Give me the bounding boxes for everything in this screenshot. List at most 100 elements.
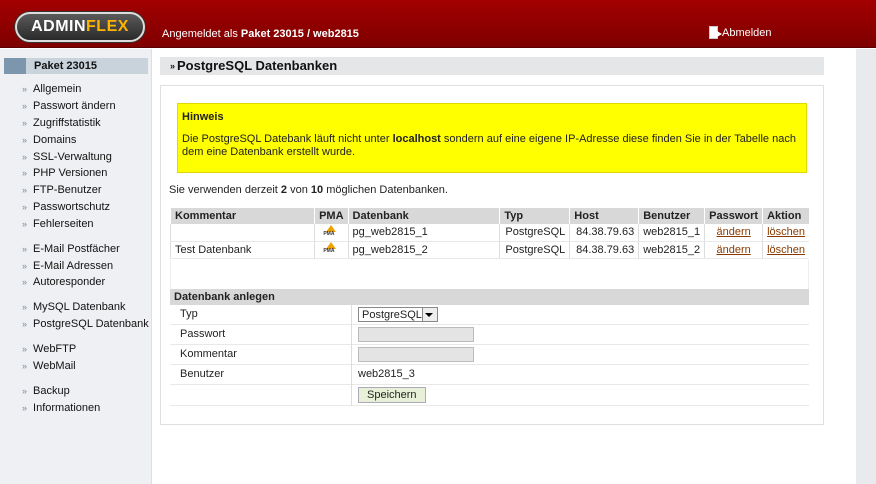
table-row: pg_web2815_1 PostgreSQL 84.38.79.63 web2… <box>169 224 809 242</box>
sidebar-item-3[interactable]: » Domains <box>22 134 76 146</box>
cell-kommentar <box>169 224 315 242</box>
sidebar-item-label: Informationen <box>33 402 101 414</box>
change-password-link[interactable]: ändern <box>716 244 750 256</box>
typ-label: Typ <box>180 308 198 320</box>
sidebar-arrow-icon: » <box>22 302 28 312</box>
cell-datenbank: pg_web2815_2 <box>347 241 500 259</box>
cell-passwort: ändern <box>704 241 763 259</box>
right-margin <box>856 49 876 484</box>
sidebar-item-label: Domains <box>33 134 77 146</box>
sidebar-arrow-icon: » <box>22 219 28 229</box>
delete-link[interactable]: löschen <box>767 226 805 238</box>
cell-aktion: löschen <box>762 241 809 259</box>
sidebar-item-15[interactable]: » WebMail <box>22 360 76 372</box>
benutzer-label: Benutzer <box>180 368 225 380</box>
sidebar-arrow-icon: » <box>22 244 28 254</box>
sidebar-item-0[interactable]: » Allgemein <box>22 83 81 95</box>
sidebar-item-16[interactable]: » Backup <box>22 385 70 397</box>
login-prefix: Angemeldet als <box>162 28 238 40</box>
delete-link[interactable]: löschen <box>767 244 805 256</box>
sidebar-arrow-icon: » <box>22 118 28 128</box>
pma-cell <box>314 224 349 242</box>
change-password-link[interactable]: ändern <box>716 226 750 238</box>
sidebar-arrow-icon: » <box>22 361 28 371</box>
sidebar-item-9[interactable]: » E-Mail Postfächer <box>22 243 120 255</box>
adminflex-logo[interactable]: ADMINFLEX <box>15 12 145 42</box>
sidebar-item-label: WebFTP <box>33 343 77 355</box>
sidebar-item-label: FTP-Benutzer <box>33 184 102 196</box>
hint-text: Die PostgreSQL Datebank läuft nicht unte… <box>182 133 796 158</box>
pma-cell <box>314 241 349 259</box>
sidebar-arrow-icon: » <box>22 386 28 396</box>
cell-typ: PostgreSQL <box>499 241 570 259</box>
login-info: Angemeldet als Paket 23015 / web2815 <box>162 28 359 40</box>
phpmyadmin-icon[interactable] <box>323 224 337 237</box>
col-passwort: Passwort <box>704 208 763 224</box>
form-row-benutzer: Benutzer web2815_3 <box>170 365 809 385</box>
sidebar-item-1[interactable]: » Passwort ändern <box>22 100 116 112</box>
usage-text: Sie verwenden derzeit 2 von 10 möglichen… <box>169 184 448 196</box>
chevron-down-icon <box>421 308 437 321</box>
cell-kommentar: Test Datenbank <box>169 241 315 259</box>
col-pma: PMA <box>314 208 349 224</box>
form-row-typ: Typ PostgreSQL <box>170 305 809 325</box>
top-header: ADMINFLEX Angemeldet als Paket 23015 / w… <box>0 0 876 48</box>
table-spacer <box>170 260 809 289</box>
sidebar-arrow-icon: » <box>22 344 28 354</box>
page-title: » PostgreSQL Datenbanken <box>160 57 824 75</box>
sidebar-item-10[interactable]: » E-Mail Adressen <box>22 260 113 272</box>
sidebar-item-label: Backup <box>33 385 70 397</box>
sidebar-arrow-icon: » <box>22 168 28 178</box>
cell-typ: PostgreSQL <box>499 224 570 242</box>
col-host: Host <box>569 208 639 224</box>
create-heading: Datenbank anlegen <box>170 289 809 305</box>
col-aktion: Aktion <box>762 208 809 224</box>
cell-host: 84.38.79.63 <box>569 224 639 242</box>
database-table: Kommentar PMA Datenbank Typ Host Benutze… <box>169 208 809 259</box>
sidebar-item-17[interactable]: » Informationen <box>22 402 100 414</box>
passwort-label: Passwort <box>180 328 226 340</box>
save-button[interactable]: Speichern <box>358 387 426 403</box>
logout-door-icon <box>709 26 722 39</box>
cell-benutzer: web2815_1 <box>638 224 705 242</box>
sidebar-item-label: Fehlerseiten <box>33 218 94 230</box>
sidebar-arrow-icon: » <box>22 202 28 212</box>
sidebar-arrow-icon: » <box>22 277 28 287</box>
col-typ: Typ <box>499 208 570 224</box>
kommentar-label: Kommentar <box>180 348 237 360</box>
kommentar-input[interactable] <box>358 347 474 362</box>
hint-title: Hinweis <box>182 111 224 123</box>
sidebar-item-8[interactable]: » Fehlerseiten <box>22 218 94 230</box>
sidebar-arrow-icon: » <box>22 84 28 94</box>
create-database-form: Datenbank anlegen Typ PostgreSQL Passwor… <box>170 289 809 406</box>
sidebar-arrow-icon: » <box>22 261 28 271</box>
sidebar-item-12[interactable]: » MySQL Datenbank <box>22 301 126 313</box>
logout-button[interactable]: Abmelden <box>709 26 772 39</box>
sidebar-item-4[interactable]: » SSL-Verwaltung <box>22 151 112 163</box>
logout-label: Abmelden <box>722 26 772 39</box>
form-row-passwort: Passwort <box>170 325 809 345</box>
phpmyadmin-icon[interactable] <box>323 242 337 254</box>
sidebar-arrow-icon: » <box>22 185 28 195</box>
sidebar-item-label: Allgemein <box>33 83 82 95</box>
sidebar-item-14[interactable]: » WebFTP <box>22 343 76 355</box>
sidebar-item-2[interactable]: » Zugriffstatistik <box>22 117 101 129</box>
passwort-input[interactable] <box>358 327 474 342</box>
typ-select[interactable]: PostgreSQL <box>358 307 438 322</box>
sidebar-item-6[interactable]: » FTP-Benutzer <box>22 184 101 196</box>
hint-box: Hinweis Die PostgreSQL Datebank läuft ni… <box>177 103 807 173</box>
sidebar-item-label: Passwortschutz <box>33 201 111 213</box>
benutzer-value: web2815_3 <box>358 368 415 380</box>
sidebar-item-label: SSL-Verwaltung <box>33 151 112 163</box>
sidebar-item-11[interactable]: » Autoresponder <box>22 276 105 288</box>
title-arrow-icon: » <box>170 61 176 71</box>
cell-datenbank: pg_web2815_1 <box>347 224 500 242</box>
cell-host: 84.38.79.63 <box>569 241 639 259</box>
sidebar-item-label: MySQL Datenbank <box>33 301 126 313</box>
sidebar-item-7[interactable]: » Passwortschutz <box>22 201 110 213</box>
sidebar-item-5[interactable]: » PHP Versionen <box>22 167 107 179</box>
sidebar-item-13[interactable]: » PostgreSQL Datenbank <box>22 318 149 330</box>
sidebar-item-label: Autoresponder <box>33 276 106 288</box>
sidebar-arrow-icon: » <box>22 403 28 413</box>
sidebar-item-label: E-Mail Adressen <box>33 260 114 272</box>
